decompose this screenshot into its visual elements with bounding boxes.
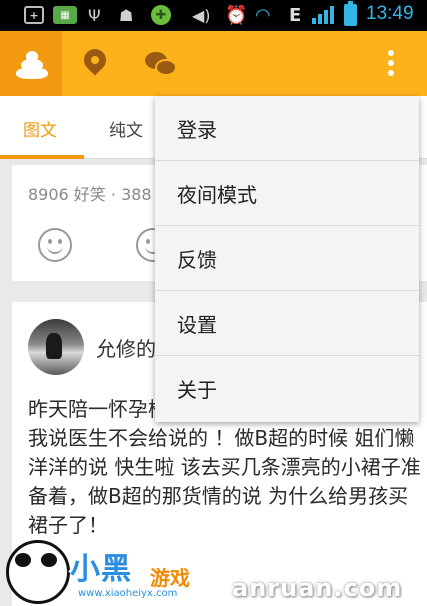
game-icon: ✚	[151, 5, 171, 25]
watermark-url: www.xiaoheiyx.com	[78, 588, 178, 599]
action-bar	[0, 31, 427, 96]
signal-icon	[312, 6, 336, 24]
avatar[interactable]	[28, 319, 84, 375]
chat-icon[interactable]	[145, 52, 177, 76]
status-bar: + ▦ Ψ ☗ ✚ ◀) ⏰ ◠ E 13:49	[0, 0, 427, 31]
watermark: 小黑 游戏 www.xiaoheiyx.com anruan.com	[0, 536, 427, 606]
tab-text-only[interactable]: 纯文	[109, 116, 143, 141]
status-time: 13:49	[366, 3, 414, 24]
plus-icon: +	[24, 6, 44, 24]
sim-icon: ▦	[53, 6, 77, 24]
usb-icon: Ψ	[88, 5, 101, 25]
home-button[interactable]	[0, 31, 62, 96]
menu-item-login[interactable]: 登录	[155, 96, 419, 161]
post-stats: 8906 好笑 · 388	[28, 185, 152, 204]
active-tab-indicator	[0, 155, 84, 159]
menu-item-about[interactable]: 关于	[155, 356, 419, 421]
battery-icon	[344, 1, 357, 26]
watermark-site: anruan.com	[232, 574, 403, 602]
alarm-icon: ⏰	[225, 4, 248, 26]
tab-image-text[interactable]: 图文	[23, 116, 57, 141]
smile-icon[interactable]	[38, 228, 72, 262]
android-icon: ☗	[119, 5, 134, 25]
menu-item-night-mode[interactable]: 夜间模式	[155, 161, 419, 226]
menu-item-feedback[interactable]: 反馈	[155, 226, 419, 291]
wifi-icon: ◠	[255, 4, 271, 26]
overflow-menu-icon[interactable]	[388, 50, 394, 78]
poop-icon	[16, 51, 48, 79]
watermark-logo-sub: 游戏	[150, 566, 190, 590]
location-pin-icon[interactable]	[79, 44, 111, 76]
network-type: E	[289, 4, 302, 26]
overflow-menu: 登录 夜间模式 反馈 设置 关于	[155, 96, 419, 422]
username[interactable]: 允修的	[96, 333, 156, 362]
panda-logo-icon	[6, 540, 70, 604]
watermark-logo: 小黑	[70, 552, 132, 587]
volume-icon: ◀)	[192, 5, 211, 25]
menu-item-settings[interactable]: 设置	[155, 291, 419, 356]
